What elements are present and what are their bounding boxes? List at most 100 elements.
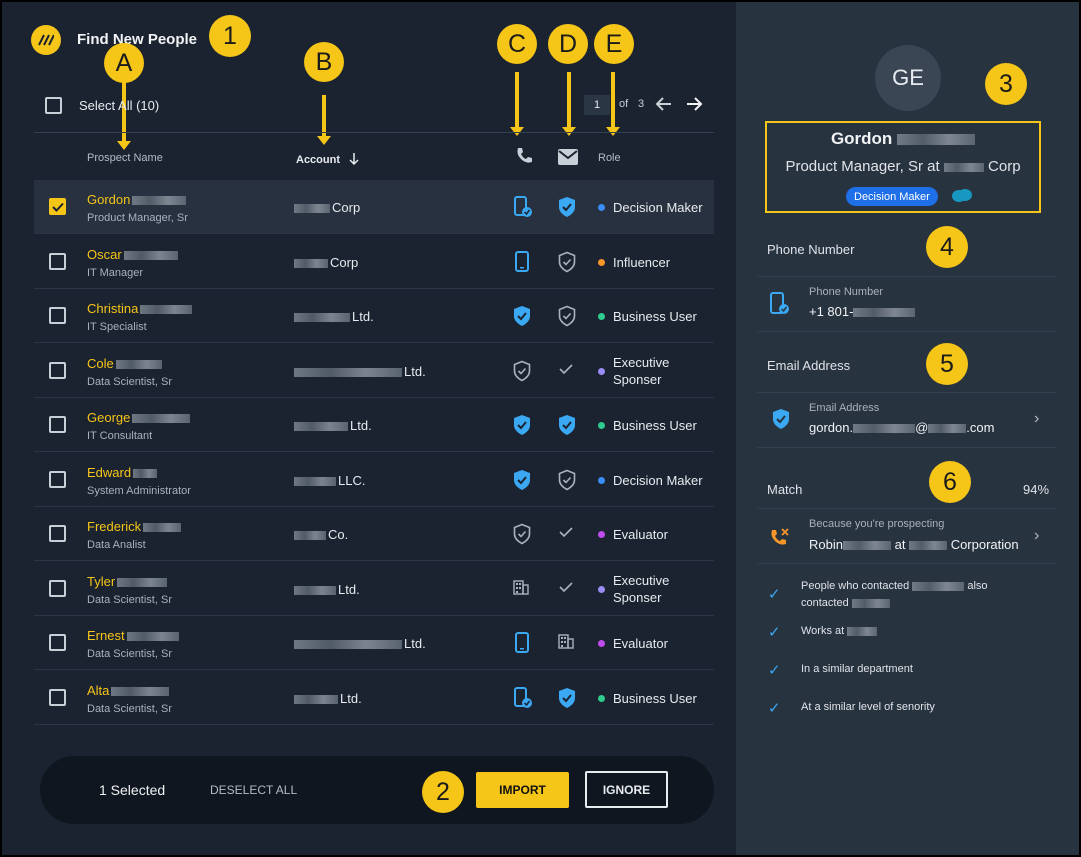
table-row[interactable]: Gordon Product Manager, Sr Corp Decision Ma…	[34, 180, 714, 234]
building-icon	[512, 578, 532, 598]
match-percentage: 94%	[1023, 482, 1050, 497]
role-label-line: Executive	[613, 354, 670, 370]
reason-2: Works at	[801, 625, 878, 637]
role-label: Business User	[613, 309, 697, 324]
account-suffix: Ltd.	[352, 309, 374, 324]
prospect-name[interactable]: Gordon	[87, 192, 187, 207]
email-section-header: Email Address	[767, 358, 851, 373]
avatar: GE	[875, 45, 941, 111]
prospect-name[interactable]: Christina	[87, 301, 193, 316]
prospect-name[interactable]: Edward	[87, 465, 158, 480]
arrow-a	[117, 82, 131, 150]
column-prospect-name[interactable]: Prospect Name	[87, 152, 163, 164]
email-chevron-right-icon[interactable]: ›	[1034, 410, 1039, 428]
because-chevron-right-icon[interactable]: ›	[1034, 527, 1039, 545]
table-row[interactable]: Oscar IT Manager Corp Influencer	[34, 235, 714, 289]
mobile-phone-icon	[512, 632, 532, 653]
prev-page-arrow-icon[interactable]	[655, 95, 673, 118]
next-page-arrow-icon[interactable]	[685, 95, 703, 118]
row-checkbox[interactable]	[49, 688, 66, 706]
role-label: Decision Maker	[613, 200, 703, 215]
salesforce-cloud-icon[interactable]	[951, 187, 973, 208]
row-checkbox[interactable]	[49, 634, 66, 651]
contact-position: Product Manager, Sr at Corp	[785, 158, 1021, 175]
mobile-verified-icon	[512, 686, 532, 708]
shield-outline-icon	[512, 360, 532, 381]
role-dot	[598, 585, 605, 593]
prospect-name[interactable]: Oscar	[87, 247, 178, 262]
role-dot	[598, 531, 605, 538]
table-row[interactable]: Alta Data Scientist, Sr Ltd. Business User	[34, 671, 714, 725]
page-number-input[interactable]: 1	[584, 95, 610, 115]
marker-e: E	[594, 24, 634, 64]
table-row[interactable]: Frederick Data Analist Co. Evaluator	[34, 507, 714, 561]
table-row[interactable]: Edward System Administrator LLC. Decision M…	[34, 453, 714, 507]
prospect-name[interactable]: Cole	[87, 356, 162, 371]
prospect-name[interactable]: Ernest	[87, 628, 179, 643]
row-checkbox[interactable]	[49, 525, 66, 542]
toolbar-divider	[34, 132, 714, 133]
table-row[interactable]: Ernest Data Scientist, Sr Ltd. Evaluator	[34, 616, 714, 670]
account-suffix: Corp	[330, 254, 359, 270]
email-field-label: Email Address	[809, 402, 880, 414]
page-of-label: of	[619, 98, 629, 110]
prospect-first-name: Oscar	[87, 246, 122, 262]
column-role[interactable]: Role	[598, 152, 621, 164]
prospect-name[interactable]: Tyler	[87, 574, 168, 589]
shield-outline-icon	[557, 469, 577, 490]
prospect-title: Data Analist	[87, 539, 146, 551]
prospect-name[interactable]: George	[87, 410, 191, 425]
redacted-account	[294, 476, 336, 486]
sort-down-arrow-icon[interactable]	[348, 152, 360, 171]
marker-d: D	[548, 24, 588, 64]
account-name: Corp	[294, 200, 360, 215]
row-checkbox[interactable]	[49, 579, 66, 597]
role-dot	[598, 367, 605, 375]
divider	[757, 508, 1057, 509]
check-icon	[557, 578, 577, 598]
role-dot	[598, 313, 605, 320]
verified-shield-icon	[557, 687, 577, 708]
row-checkbox[interactable]	[49, 252, 66, 270]
table-row[interactable]: George IT Consultant Ltd. Business User	[34, 398, 714, 452]
prospect-title: Data Scientist, Sr	[87, 702, 172, 715]
row-checkbox[interactable]	[49, 307, 66, 324]
phone-outgoing-icon	[769, 527, 791, 554]
redacted-account	[294, 367, 402, 377]
redacted-surname	[140, 305, 193, 315]
marker-1: 1	[209, 15, 251, 57]
prospect-first-name: Frederick	[87, 519, 142, 534]
check-icon: ✓	[768, 662, 781, 679]
row-checkbox[interactable]	[49, 361, 66, 379]
row-checkbox[interactable]	[49, 470, 66, 488]
prospect-title: IT Manager	[87, 266, 144, 279]
table-row[interactable]: Tyler Data Scientist, Sr Ltd. Executive Spon…	[34, 562, 714, 616]
redacted-surname	[132, 196, 187, 206]
email-value: gordon. @ .com	[809, 420, 995, 435]
redacted-surname	[115, 359, 162, 369]
marker-c: C	[497, 24, 537, 64]
row-checkbox[interactable]	[49, 416, 66, 433]
prospect-first-name: Gordon	[87, 192, 131, 207]
building-icon	[557, 632, 577, 652]
column-account[interactable]: Account	[296, 154, 340, 166]
role-label: Evaluator	[613, 527, 668, 542]
mobile-verified-icon	[512, 196, 532, 217]
reason-4: At a similar level of senority	[801, 701, 935, 713]
redacted-surname	[111, 686, 170, 696]
role-badge: Decision Maker	[846, 187, 938, 206]
prospect-name[interactable]: Alta	[87, 683, 170, 698]
prospect-first-name: Cole	[87, 355, 114, 371]
import-button[interactable]: IMPORT	[476, 772, 569, 808]
prospect-name[interactable]: Frederick	[87, 519, 182, 534]
table-row[interactable]: Cole Data Scientist, Sr Ltd. Executive Spons…	[34, 344, 714, 398]
verified-shield-icon	[557, 196, 577, 217]
deselect-all-button[interactable]: DESELECT ALL	[210, 783, 297, 797]
marker-b: B	[304, 42, 344, 82]
table-row[interactable]: Christina IT Specialist Ltd. Business User	[34, 289, 714, 343]
account-suffix: Corp	[332, 200, 361, 215]
row-checkbox[interactable]	[49, 198, 66, 215]
role-dot	[598, 694, 605, 702]
select-all-checkbox[interactable]	[45, 97, 62, 114]
ignore-button[interactable]: IGNORE	[585, 771, 668, 808]
